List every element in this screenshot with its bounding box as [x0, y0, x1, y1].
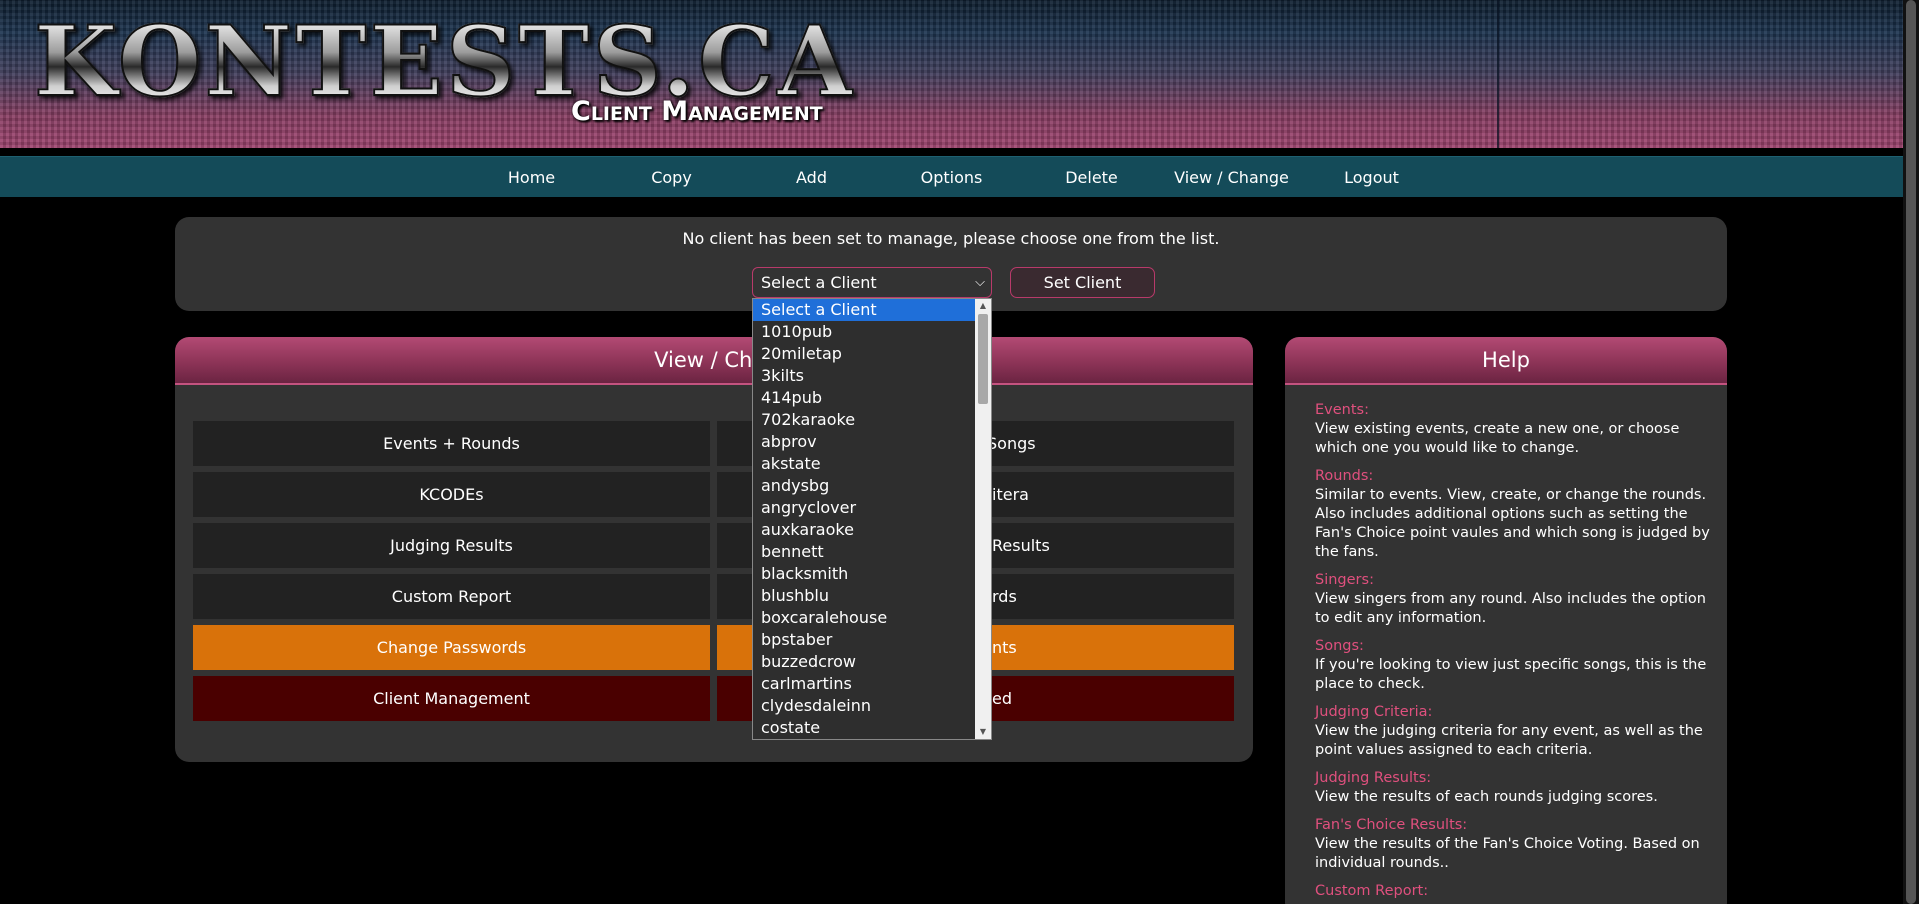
scroll-up-icon[interactable]: ▲ — [975, 299, 991, 313]
help-item: Songs: If you're looking to view just sp… — [1315, 638, 1707, 692]
page-scrollbar[interactable] — [1903, 0, 1919, 904]
client-option[interactable]: 702karaoke — [753, 409, 975, 431]
help-item: Events: View existing events, create a n… — [1315, 402, 1680, 456]
client-option[interactable]: auxkaraoke — [753, 519, 975, 541]
help-item: Judging Criteria: View the judging crite… — [1315, 704, 1703, 758]
help-item: Rounds: Similar to events. View, create,… — [1315, 468, 1710, 560]
client-option[interactable]: bpstaber — [753, 629, 975, 651]
nav-view-change[interactable]: View / Change — [1162, 157, 1302, 197]
help-item: Fan's Choice Results: View the results o… — [1315, 817, 1700, 871]
client-option[interactable]: 1010pub — [753, 321, 975, 343]
client-option[interactable]: 414pub — [753, 387, 975, 409]
client-option[interactable]: carlmartins — [753, 673, 975, 695]
client-option[interactable]: akstate — [753, 453, 975, 475]
view-change-panel: View / Char Events + Rounds Songs KCODEs… — [175, 337, 1253, 762]
client-select[interactable]: Select a Client ⌵ — [752, 267, 992, 298]
set-client-button[interactable]: Set Client — [1010, 267, 1155, 298]
client-option[interactable]: boxcaralehouse — [753, 607, 975, 629]
main-nav: Home Copy Add Options Delete View / Chan… — [0, 156, 1903, 197]
page-scroll-thumb[interactable] — [1906, 0, 1916, 904]
client-option[interactable]: angryclover — [753, 497, 975, 519]
panel-title: View / Char — [175, 337, 1253, 385]
site-header: KONTESTS.CA Client Management — [0, 0, 1903, 148]
client-option[interactable]: abprov — [753, 431, 975, 453]
client-option[interactable]: blushblu — [753, 585, 975, 607]
nav-add[interactable]: Add — [742, 157, 882, 197]
nav-copy[interactable]: Copy — [602, 157, 742, 197]
client-message: No client has been set to manage, please… — [682, 229, 1220, 248]
client-select-panel: No client has been set to manage, please… — [175, 217, 1727, 311]
page-subtitle: Client Management — [571, 96, 823, 127]
client-dropdown-list[interactable]: Select a Client 1010pub 20miletap 3kilts… — [752, 298, 992, 740]
client-select-value: Select a Client — [761, 273, 877, 292]
nav-home[interactable]: Home — [462, 157, 602, 197]
help-panel: Help Events: View existing events, creat… — [1285, 337, 1727, 904]
client-management-button[interactable]: Client Management — [193, 676, 710, 721]
client-option[interactable]: blacksmith — [753, 563, 975, 585]
events-rounds-button[interactable]: Events + Rounds — [193, 421, 710, 466]
scroll-down-icon[interactable]: ▼ — [975, 725, 991, 739]
dropdown-scroll-thumb[interactable] — [978, 314, 988, 404]
header-divider — [1497, 0, 1499, 148]
client-option[interactable]: bennett — [753, 541, 975, 563]
client-option[interactable]: costate — [753, 717, 975, 739]
nav-options[interactable]: Options — [882, 157, 1022, 197]
client-option[interactable]: 3kilts — [753, 365, 975, 387]
client-option[interactable]: Select a Client — [753, 299, 975, 321]
client-option[interactable]: andysbg — [753, 475, 975, 497]
help-item: Singers: View singers from any round. Al… — [1315, 572, 1706, 626]
nav-logout[interactable]: Logout — [1302, 157, 1442, 197]
help-item: Judging Results: View the results of eac… — [1315, 770, 1658, 805]
client-options: Select a Client 1010pub 20miletap 3kilts… — [753, 299, 975, 739]
dropdown-scrollbar[interactable]: ▲ ▼ — [975, 299, 991, 739]
judging-results-button[interactable]: Judging Results — [193, 523, 710, 568]
change-passwords-button[interactable]: Change Passwords — [193, 625, 710, 670]
kcodes-button[interactable]: KCODEs — [193, 472, 710, 517]
client-option[interactable]: buzzedcrow — [753, 651, 975, 673]
client-option[interactable]: 20miletap — [753, 343, 975, 365]
nav-delete[interactable]: Delete — [1022, 157, 1162, 197]
help-title: Help — [1285, 337, 1727, 385]
help-list: Events: View existing events, create a n… — [1315, 401, 1710, 904]
help-item: Custom Report: — [1315, 883, 1429, 899]
chevron-down-icon: ⌵ — [975, 275, 985, 290]
custom-report-button[interactable]: Custom Report — [193, 574, 710, 619]
client-option[interactable]: clydesdaleinn — [753, 695, 975, 717]
